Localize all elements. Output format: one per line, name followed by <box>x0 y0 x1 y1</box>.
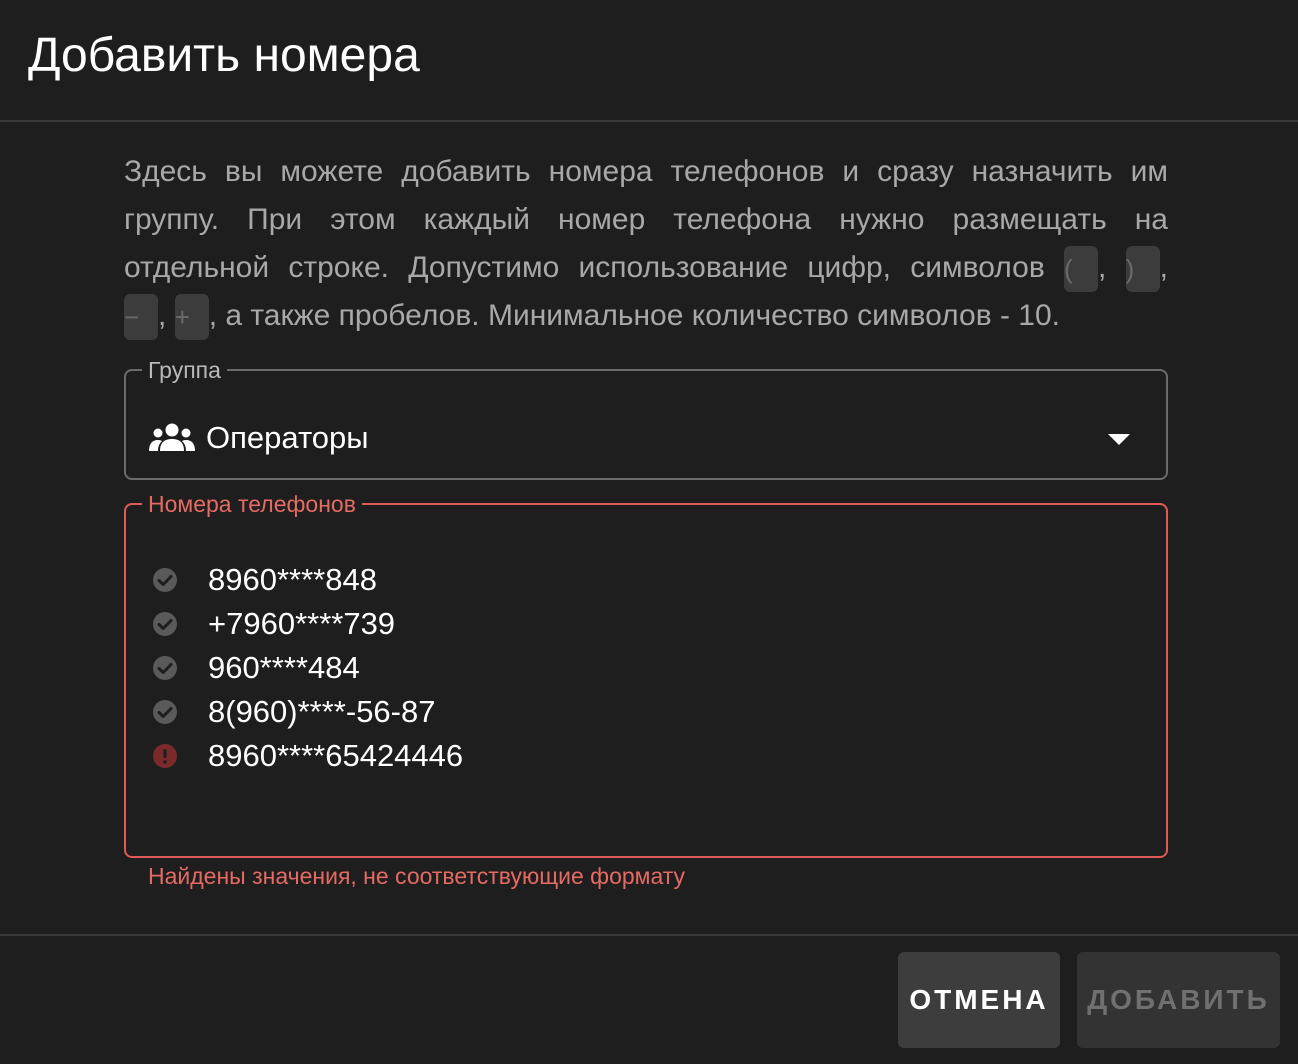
phone-number: 8960****65424446 <box>208 738 464 773</box>
cancel-button[interactable]: ОТМЕНА <box>898 952 1060 1048</box>
add-numbers-dialog: Добавить номера Здесь вы можете добавить… <box>0 0 1298 1064</box>
chip-close-paren: ) <box>1125 246 1160 293</box>
group-select-value: Операторы <box>148 418 369 458</box>
phone-numbers-field[interactable]: Номера телефонов 8960****848 +7960****73… <box>124 492 1168 858</box>
phone-row: 8960****65424446 <box>152 734 463 778</box>
chip-open-paren: ( <box>1064 246 1099 293</box>
description-line-1: Здесь вы можете добавить номера телефоно… <box>124 155 1168 188</box>
phone-row: 8(960)****-56-87 <box>152 690 463 734</box>
phone-number: +7960****739 <box>208 606 396 641</box>
chevron-down-icon[interactable] <box>1108 434 1130 445</box>
chip-separator: , <box>1098 251 1107 284</box>
description-line-3-text: отдельной строке. Допустимо использовани… <box>124 251 1045 284</box>
description-text: Здесь вы можете добавить номера телефоно… <box>124 148 1169 341</box>
phone-number: 8(960)****-56-87 <box>208 694 436 729</box>
dialog-title: Добавить номера <box>28 29 420 82</box>
chip-separator: , <box>158 299 167 333</box>
add-button[interactable]: ДОБАВИТЬ <box>1077 952 1280 1048</box>
phone-row: 960****484 <box>152 646 463 690</box>
description-line-3: отдельной строке. Допустимо использовани… <box>124 244 1169 293</box>
description-line-4-text: , а также пробелов. Минимальное количест… <box>208 299 1061 333</box>
phone-row: +7960****739 <box>152 602 463 646</box>
chip-separator: , <box>1159 251 1169 284</box>
phone-numbers-label: Номера телефонов <box>148 491 356 517</box>
check-circle-icon <box>153 700 177 724</box>
people-icon <box>149 423 195 451</box>
phone-row: 8960****848 <box>152 558 463 602</box>
check-circle-icon <box>153 656 177 680</box>
phone-number: 960****484 <box>208 650 360 685</box>
phone-list: 8960****848 +7960****739 960****484 8(96… <box>152 558 463 778</box>
group-select-label: Группа <box>148 357 221 383</box>
phone-error-helper-text: Найдены значения, не соответствующие фор… <box>148 863 686 889</box>
footer-divider <box>0 934 1298 936</box>
chip-minus: − <box>124 294 158 341</box>
description-line-4: −, +, а также пробелов. Минимальное коли… <box>124 292 1168 341</box>
phone-number: 8960****848 <box>208 562 377 597</box>
check-circle-icon <box>153 612 177 636</box>
check-circle-icon <box>153 568 177 592</box>
group-select[interactable]: Группа Операторы <box>124 358 1168 480</box>
group-select-value-text: Операторы <box>206 420 369 455</box>
error-circle-icon <box>153 744 177 768</box>
header-divider <box>0 120 1298 122</box>
description-line-2: группу. При этом каждый номер телефона н… <box>124 203 1168 236</box>
chip-plus: + <box>174 294 209 341</box>
